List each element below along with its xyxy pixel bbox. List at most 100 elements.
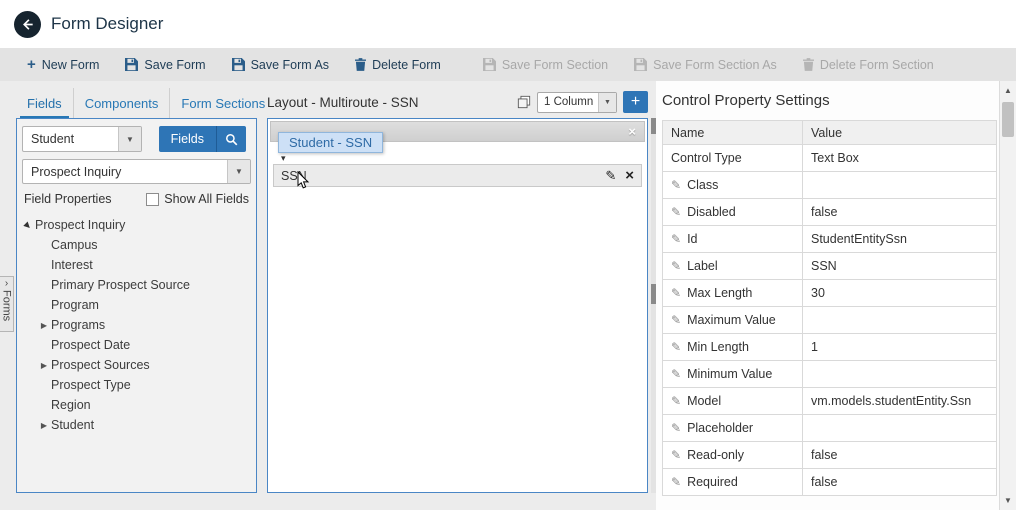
tree-item-program[interactable]: Program xyxy=(21,295,252,315)
insert-caret-icon: ▾ xyxy=(281,153,286,164)
add-section-button[interactable]: + xyxy=(623,91,648,113)
property-row-class[interactable]: ✎Class xyxy=(663,172,997,199)
edit-icon: ✎ xyxy=(671,286,681,300)
property-value[interactable]: StudentEntitySsn xyxy=(803,226,997,253)
show-all-fields-toggle[interactable]: Show All Fields xyxy=(146,192,249,206)
property-name: ✎Label xyxy=(663,253,803,280)
fields-panel: Student ▼ Fields Prospect Inquiry ▼ Fiel… xyxy=(16,118,257,493)
search-button[interactable] xyxy=(216,126,246,152)
delete-form-section-button[interactable]: Delete Form Section xyxy=(790,48,947,81)
delete-field-icon[interactable]: × xyxy=(625,168,634,183)
save-form-as-button[interactable]: Save Form As xyxy=(219,48,343,81)
tree-item-label: Prospect Sources xyxy=(51,358,150,372)
property-value[interactable]: false xyxy=(803,442,997,469)
property-row-required[interactable]: ✎Required false xyxy=(663,469,997,496)
new-form-button[interactable]: + New Form xyxy=(14,48,112,81)
tab-fields[interactable]: Fields xyxy=(16,88,73,118)
fields-button-group: Fields xyxy=(159,126,246,152)
show-all-fields-checkbox[interactable] xyxy=(146,193,159,206)
column-dropdown[interactable]: 1 Column ▼ xyxy=(537,92,617,113)
property-value[interactable]: SSN xyxy=(803,253,997,280)
column-dropdown-value: 1 Column xyxy=(538,96,598,108)
property-value[interactable] xyxy=(803,172,997,199)
property-row-read-only[interactable]: ✎Read-only false xyxy=(663,442,997,469)
form-dropdown[interactable]: Prospect Inquiry ▼ xyxy=(22,159,251,184)
properties-title: Control Property Settings xyxy=(662,92,830,109)
field-actions: ✎ × xyxy=(605,168,634,183)
expand-icon[interactable]: ▶ xyxy=(37,361,51,370)
property-row-placeholder[interactable]: ✎Placeholder xyxy=(663,415,997,442)
save-form-button[interactable]: Save Form xyxy=(112,48,218,81)
tree-item-prospect-sources[interactable]: ▶Prospect Sources xyxy=(21,355,252,375)
save-icon xyxy=(483,58,496,71)
property-value[interactable]: 30 xyxy=(803,280,997,307)
save-form-section-button[interactable]: Save Form Section xyxy=(470,48,621,81)
property-row-min-length[interactable]: ✎Min Length 1 xyxy=(663,334,997,361)
tree-item-label: Program xyxy=(51,298,99,312)
edit-field-icon[interactable]: ✎ xyxy=(605,169,616,182)
chevron-down-icon: ▼ xyxy=(118,127,141,151)
forms-side-tab-label: Forms xyxy=(1,290,13,321)
edit-icon: ✎ xyxy=(671,394,681,408)
property-value[interactable]: false xyxy=(803,199,997,226)
property-value[interactable] xyxy=(803,415,997,442)
property-row-max-length[interactable]: ✎Max Length 30 xyxy=(663,280,997,307)
entity-dropdown[interactable]: Student ▼ xyxy=(22,126,142,152)
tree-item-student[interactable]: ▶Student xyxy=(21,415,252,435)
scroll-up-icon[interactable]: ▲ xyxy=(1000,83,1016,98)
property-row-control-type[interactable]: Control Type Text Box xyxy=(663,145,997,172)
edit-icon: ✎ xyxy=(671,205,681,219)
fields-button[interactable]: Fields xyxy=(159,126,216,152)
tree-item-region[interactable]: Region xyxy=(21,395,252,415)
tree-item-campus[interactable]: Campus xyxy=(21,235,252,255)
tree-item-label: Primary Prospect Source xyxy=(51,278,190,292)
field-label: SSN xyxy=(281,169,307,183)
save-form-section-as-button[interactable]: Save Form Section As xyxy=(621,48,790,81)
property-row-maximum-value[interactable]: ✎Maximum Value xyxy=(663,307,997,334)
back-button[interactable] xyxy=(14,11,41,38)
canvas-field-row[interactable]: SSN ✎ × xyxy=(273,164,642,187)
tab-form-sections[interactable]: Form Sections xyxy=(169,88,276,118)
property-value[interactable]: vm.models.studentEntity.Ssn xyxy=(803,388,997,415)
delete-form-button[interactable]: Delete Form xyxy=(342,48,454,81)
tree-item-primary-prospect-source[interactable]: Primary Prospect Source xyxy=(21,275,252,295)
property-name: ✎Model xyxy=(663,388,803,415)
property-value[interactable]: Text Box xyxy=(803,145,997,172)
property-value[interactable]: false xyxy=(803,469,997,496)
property-value[interactable] xyxy=(803,361,997,388)
property-row-id[interactable]: ✎Id StudentEntitySsn xyxy=(663,226,997,253)
plus-icon: + xyxy=(27,57,36,72)
window-scrollbar[interactable]: ▲ ▼ xyxy=(999,81,1016,510)
property-name: ✎Id xyxy=(663,226,803,253)
expand-icon[interactable]: ▶ xyxy=(37,421,51,430)
drag-chip[interactable]: Student - SSN xyxy=(278,132,383,153)
forms-side-tab[interactable]: › Forms xyxy=(0,276,14,332)
property-row-model[interactable]: ✎Model vm.models.studentEntity.Ssn xyxy=(663,388,997,415)
expand-icon[interactable]: ▶ xyxy=(37,321,51,330)
property-value[interactable] xyxy=(803,307,997,334)
scroll-down-icon[interactable]: ▼ xyxy=(1000,493,1016,508)
properties-table: Name Value Control Type Text Box ✎Class … xyxy=(662,120,997,496)
property-row-minimum-value[interactable]: ✎Minimum Value xyxy=(663,361,997,388)
tree-item-interest[interactable]: Interest xyxy=(21,255,252,275)
new-form-label: New Form xyxy=(42,58,100,72)
close-icon[interactable]: × xyxy=(628,125,636,138)
collapse-icon[interactable]: ▶ xyxy=(21,217,36,233)
tab-components[interactable]: Components xyxy=(73,88,170,118)
scrollbar-thumb[interactable] xyxy=(1002,102,1014,137)
field-properties-label: Field Properties xyxy=(24,192,112,206)
tree-item-programs[interactable]: ▶Programs xyxy=(21,315,252,335)
delete-form-section-label: Delete Form Section xyxy=(820,58,934,72)
tree-item-prospect-date[interactable]: Prospect Date xyxy=(21,335,252,355)
layout-controls: 1 Column ▼ + xyxy=(517,91,648,113)
property-row-disabled[interactable]: ✎Disabled false xyxy=(663,199,997,226)
property-value[interactable]: 1 xyxy=(803,334,997,361)
table-header-row: Name Value xyxy=(663,121,997,145)
layers-button[interactable] xyxy=(517,95,531,109)
tree-item-label: Prospect Type xyxy=(51,378,131,392)
tree-item-prospect-inquiry[interactable]: ▶ Prospect Inquiry xyxy=(21,215,252,235)
field-properties-row: Field Properties Show All Fields xyxy=(24,191,249,207)
property-row-label[interactable]: ✎Label SSN xyxy=(663,253,997,280)
tree-item-prospect-type[interactable]: Prospect Type xyxy=(21,375,252,395)
toolbar: + New Form Save Form Save Form As Delete… xyxy=(0,48,1016,81)
